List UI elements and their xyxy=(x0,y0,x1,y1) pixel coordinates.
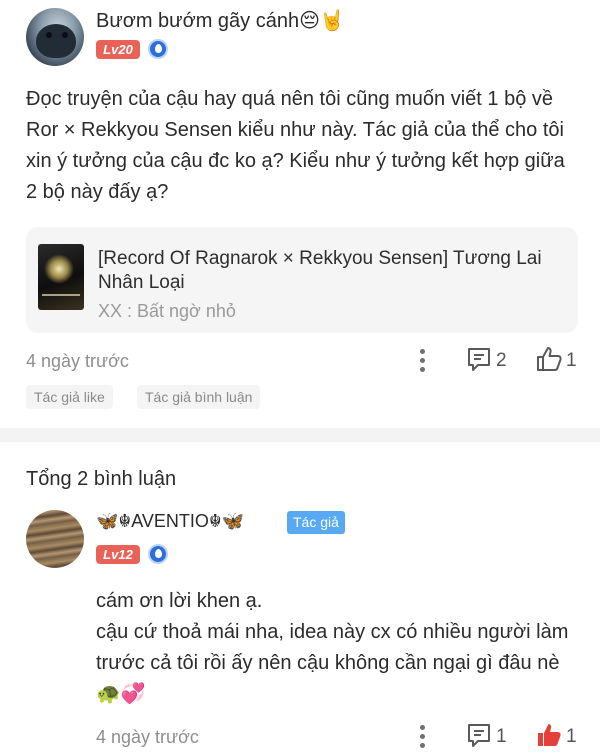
tag-author-commented: Tác giả bình luận xyxy=(137,385,261,409)
reply-text: cám ơn lời khen ạ. cậu cứ thoả mái nha, … xyxy=(96,586,576,710)
level-badge: Lv20 xyxy=(96,40,140,59)
reply-like-count: 1 xyxy=(566,726,577,747)
user-avatar[interactable] xyxy=(26,8,84,66)
water-drop-badge-icon xyxy=(148,39,168,59)
linked-story-chapter: XX : Bất ngờ nhỏ xyxy=(98,301,236,321)
reply-author-avatar[interactable] xyxy=(26,510,84,568)
comment-text: Đọc truyện của cậu hay quá nên tôi cũng … xyxy=(26,88,565,203)
linked-story-title: [Record Of Ragnarok × Rekkyou Sensen] Tư… xyxy=(98,248,542,293)
comment-author-name[interactable]: Bươm bướm gãy cánh😔🤘 xyxy=(96,8,345,33)
reply-comment-count: 1 xyxy=(496,726,507,747)
water-drop-badge-icon xyxy=(148,544,168,564)
section-divider xyxy=(0,428,600,442)
thumbs-up-outline-icon[interactable] xyxy=(535,345,563,373)
like-count: 1 xyxy=(566,350,577,371)
thumbs-up-filled-icon[interactable] xyxy=(535,721,563,749)
comment-icon[interactable] xyxy=(466,346,492,372)
more-vertical-icon[interactable] xyxy=(419,725,425,749)
level-badge: Lv12 xyxy=(96,545,140,564)
reply-text-line: cám ơn lời khen ạ. xyxy=(96,590,263,612)
reply-text-line: cậu cứ thoả mái nha, idea này cx có nhiề… xyxy=(96,621,569,705)
story-cover-image xyxy=(38,244,84,310)
reply-author-name[interactable]: 🦋☬AVENTIO☬🦋 xyxy=(96,511,244,532)
tag-author-liked: Tác giả like xyxy=(26,385,113,409)
comment-icon[interactable] xyxy=(466,722,492,748)
author-badge: Tác giả xyxy=(287,511,345,534)
replies-count-header: Tổng 2 bình luận xyxy=(26,468,177,490)
comment-count: 2 xyxy=(496,350,507,371)
comment-timestamp: 4 ngày trước xyxy=(26,351,129,371)
more-vertical-icon[interactable] xyxy=(419,349,425,373)
reply-timestamp: 4 ngày trước xyxy=(96,727,199,747)
